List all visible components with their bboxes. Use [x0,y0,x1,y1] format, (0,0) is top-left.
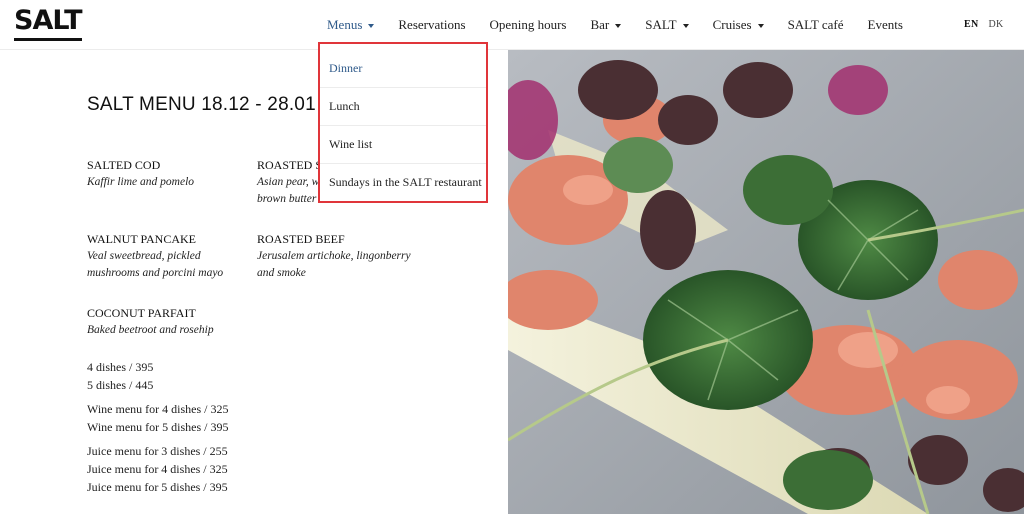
dish-description: Baked beetroot and rosehip [87,324,214,336]
nav-item-salt[interactable]: SALT [645,17,689,33]
dish-item: COCONUT PARFAIT Baked beetroot and roseh… [87,305,247,339]
price-line: 5 dishes / 445 [87,378,154,392]
price-line: Juice menu for 4 dishes / 325 [87,462,228,476]
lang-en[interactable]: EN [964,19,979,30]
nav-label: Opening hours [489,17,567,32]
nav-label: SALT café [787,17,844,32]
nav-item-menus[interactable]: Menus [327,17,375,33]
dropdown-item-wine-list[interactable]: Wine list [320,125,486,163]
dish-item: SALTED COD Kaffir lime and pomelo [87,157,247,191]
dish-item: WALNUT PANCAKE Veal sweetbread, pickled … [87,231,242,282]
price-line: Wine menu for 5 dishes / 395 [87,420,229,434]
chevron-down-icon [682,23,689,28]
dropdown-item-lunch[interactable]: Lunch [320,87,486,125]
language-switcher: EN DK [964,19,1014,30]
nav-item-cruises[interactable]: Cruises [713,17,764,33]
dish-name: SALTED COD [87,158,161,172]
price-line: 4 dishes / 395 [87,360,154,374]
nav-label: Events [867,17,903,32]
dish-name: ROASTED BEEF [257,232,345,246]
chevron-down-icon [757,23,764,28]
page-title: SALT MENU 18.12 - 28.01 [87,94,316,115]
dropdown-item-sundays[interactable]: Sundays in the SALT restaurant [320,163,486,201]
main-nav: Menus Reservations Opening hours Bar SAL… [327,17,927,33]
price-line: Wine menu for 4 dishes / 325 [87,402,229,416]
nav-item-bar[interactable]: Bar [590,17,622,33]
dish-description: Jerusalem artichoke, lingonberry and smo… [257,250,411,279]
nav-label: SALT [645,17,677,32]
dish-description: Veal sweetbread, pickled mushrooms and p… [87,250,224,279]
site-header: SALT Menus Reservations Opening hours Ba… [0,0,1024,50]
menus-dropdown: Dinner Lunch Wine list Sundays in the SA… [318,42,488,203]
nav-label: Reservations [398,17,466,32]
nav-item-reservations[interactable]: Reservations [398,17,465,33]
nav-item-salt-cafe[interactable]: SALT café [788,17,844,33]
dish-item: ROASTED BEEF Jerusalem artichoke, lingon… [257,231,427,282]
chevron-down-icon [615,23,622,28]
nav-label: Cruises [712,17,752,32]
salt-logo[interactable]: SALT [14,6,82,41]
dish-name: COCONUT PARFAIT [87,306,196,320]
nav-item-opening-hours[interactable]: Opening hours [490,17,567,33]
price-line: Juice menu for 3 dishes / 255 [87,444,228,458]
lang-dk[interactable]: DK [989,19,1004,30]
price-line: Juice menu for 5 dishes / 395 [87,480,228,494]
dropdown-item-dinner[interactable]: Dinner [320,49,486,87]
nav-item-events[interactable]: Events [868,17,903,33]
dish-name: WALNUT PANCAKE [87,232,197,246]
nav-label: Bar [590,17,610,32]
chevron-down-icon [368,23,375,28]
dish-description: Kaffir lime and pomelo [87,176,195,188]
food-photo-illustration [508,50,1024,514]
food-photo [508,50,1024,514]
nav-label: Menus [327,17,363,32]
